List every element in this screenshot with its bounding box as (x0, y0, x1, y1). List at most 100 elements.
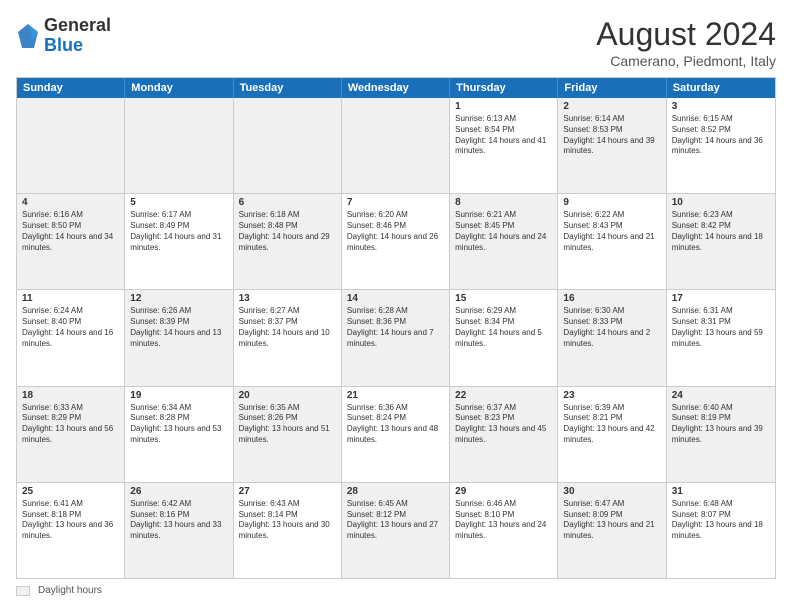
day-number: 3 (672, 101, 770, 112)
cell-info: Sunrise: 6:35 AM Sunset: 8:26 PM Dayligh… (239, 403, 336, 446)
cell-info: Sunrise: 6:27 AM Sunset: 8:37 PM Dayligh… (239, 306, 336, 349)
cell-info: Sunrise: 6:26 AM Sunset: 8:39 PM Dayligh… (130, 306, 227, 349)
cell-info: Sunrise: 6:18 AM Sunset: 8:48 PM Dayligh… (239, 210, 336, 253)
calendar-cell-empty-0-2 (234, 98, 342, 193)
calendar-cell-7: 7Sunrise: 6:20 AM Sunset: 8:46 PM Daylig… (342, 194, 450, 289)
day-number: 12 (130, 293, 227, 304)
cell-info: Sunrise: 6:24 AM Sunset: 8:40 PM Dayligh… (22, 306, 119, 349)
calendar-row-0: 1 Sunrise: 6:13 AM Sunset: 8:54 PM Daylig… (17, 98, 775, 194)
calendar-cell-25: 25Sunrise: 6:41 AM Sunset: 8:18 PM Dayli… (17, 483, 125, 578)
calendar-row-1: 4Sunrise: 6:16 AM Sunset: 8:50 PM Daylig… (17, 194, 775, 290)
page: General Blue August 2024 Camerano, Piedm… (0, 0, 792, 612)
cell-info: Sunrise: 6:21 AM Sunset: 8:45 PM Dayligh… (455, 210, 552, 253)
cell-info: Sunrise: 6:17 AM Sunset: 8:49 PM Dayligh… (130, 210, 227, 253)
calendar-cell-26: 26 Sunrise: 6:42 AM Sunset: 8:16 PM Dayli… (125, 483, 233, 578)
calendar-cell-empty-0-1 (125, 98, 233, 193)
calendar-cell-1: 1 Sunrise: 6:13 AM Sunset: 8:54 PM Daylig… (450, 98, 558, 193)
calendar-cell-6: 6 Sunrise: 6:18 AM Sunset: 8:48 PM Daylig… (234, 194, 342, 289)
cell-info: Sunrise: 6:46 AM Sunset: 8:10 PM Dayligh… (455, 499, 552, 542)
cell-info: Sunrise: 6:22 AM Sunset: 8:43 PM Dayligh… (563, 210, 660, 253)
footer: Daylight hours (16, 585, 776, 596)
day-number: 11 (22, 293, 119, 304)
day-number: 8 (455, 197, 552, 208)
day-number: 27 (239, 486, 336, 497)
logo: General Blue (16, 16, 111, 56)
day-number: 18 (22, 390, 119, 401)
legend-box (16, 586, 30, 596)
day-number: 19 (130, 390, 227, 401)
calendar-cell-9: 9 Sunrise: 6:22 AM Sunset: 8:43 PM Daylig… (558, 194, 666, 289)
calendar-cell-3: 3Sunrise: 6:15 AM Sunset: 8:52 PM Daylig… (667, 98, 775, 193)
calendar-cell-30: 30 Sunrise: 6:47 AM Sunset: 8:09 PM Dayli… (558, 483, 666, 578)
calendar-cell-empty-0-3 (342, 98, 450, 193)
header: General Blue August 2024 Camerano, Piedm… (16, 16, 776, 69)
calendar-cell-19: 19 Sunrise: 6:34 AM Sunset: 8:28 PM Dayli… (125, 387, 233, 482)
calendar-cell-5: 5Sunrise: 6:17 AM Sunset: 8:49 PM Daylig… (125, 194, 233, 289)
cell-info: Sunrise: 6:39 AM Sunset: 8:21 PM Dayligh… (563, 403, 660, 446)
cell-info: Sunrise: 6:20 AM Sunset: 8:46 PM Dayligh… (347, 210, 444, 253)
calendar-cell-27: 27 Sunrise: 6:43 AM Sunset: 8:14 PM Dayli… (234, 483, 342, 578)
day-number: 14 (347, 293, 444, 304)
cell-info: Sunrise: 6:31 AM Sunset: 8:31 PM Dayligh… (672, 306, 770, 349)
calendar-cell-4: 4Sunrise: 6:16 AM Sunset: 8:50 PM Daylig… (17, 194, 125, 289)
header-day-thursday: Thursday (450, 78, 558, 98)
cell-info: Sunrise: 6:40 AM Sunset: 8:19 PM Dayligh… (672, 403, 770, 446)
cell-info: Sunrise: 6:28 AM Sunset: 8:36 PM Dayligh… (347, 306, 444, 349)
day-number: 13 (239, 293, 336, 304)
day-number: 17 (672, 293, 770, 304)
day-number: 1 (455, 101, 552, 112)
day-number: 9 (563, 197, 660, 208)
cell-info: Sunrise: 6:42 AM Sunset: 8:16 PM Dayligh… (130, 499, 227, 542)
calendar-cell-10: 10 Sunrise: 6:23 AM Sunset: 8:42 PM Dayli… (667, 194, 775, 289)
cell-info: Sunrise: 6:43 AM Sunset: 8:14 PM Dayligh… (239, 499, 336, 542)
header-day-monday: Monday (125, 78, 233, 98)
day-number: 16 (563, 293, 660, 304)
calendar-cell-24: 24Sunrise: 6:40 AM Sunset: 8:19 PM Dayli… (667, 387, 775, 482)
cell-info: Sunrise: 6:30 AM Sunset: 8:33 PM Dayligh… (563, 306, 660, 349)
day-number: 4 (22, 197, 119, 208)
cell-info: Sunrise: 6:34 AM Sunset: 8:28 PM Dayligh… (130, 403, 227, 446)
calendar-cell-28: 28Sunrise: 6:45 AM Sunset: 8:12 PM Dayli… (342, 483, 450, 578)
day-number: 22 (455, 390, 552, 401)
day-number: 10 (672, 197, 770, 208)
header-day-saturday: Saturday (667, 78, 775, 98)
day-number: 2 (563, 101, 660, 112)
title-block: August 2024 Camerano, Piedmont, Italy (596, 16, 776, 69)
calendar-row-3: 18Sunrise: 6:33 AM Sunset: 8:29 PM Dayli… (17, 387, 775, 483)
calendar-cell-empty-0-0 (17, 98, 125, 193)
legend-label: Daylight hours (38, 585, 102, 596)
cell-info: Sunrise: 6:23 AM Sunset: 8:42 PM Dayligh… (672, 210, 770, 253)
header-day-tuesday: Tuesday (234, 78, 342, 98)
day-number: 6 (239, 197, 336, 208)
calendar-cell-2: 2Sunrise: 6:14 AM Sunset: 8:53 PM Daylig… (558, 98, 666, 193)
calendar-body: 1 Sunrise: 6:13 AM Sunset: 8:54 PM Daylig… (17, 98, 775, 578)
calendar-row-4: 25Sunrise: 6:41 AM Sunset: 8:18 PM Dayli… (17, 483, 775, 578)
cell-info: Sunrise: 6:45 AM Sunset: 8:12 PM Dayligh… (347, 499, 444, 542)
calendar-cell-18: 18Sunrise: 6:33 AM Sunset: 8:29 PM Dayli… (17, 387, 125, 482)
cell-info: Sunrise: 6:41 AM Sunset: 8:18 PM Dayligh… (22, 499, 119, 542)
calendar-cell-12: 12 Sunrise: 6:26 AM Sunset: 8:39 PM Dayli… (125, 290, 233, 385)
calendar-cell-13: 13 Sunrise: 6:27 AM Sunset: 8:37 PM Dayli… (234, 290, 342, 385)
cell-info: Sunrise: 6:47 AM Sunset: 8:09 PM Dayligh… (563, 499, 660, 542)
calendar-cell-15: 15Sunrise: 6:29 AM Sunset: 8:34 PM Dayli… (450, 290, 558, 385)
calendar-cell-31: 31Sunrise: 6:48 AM Sunset: 8:07 PM Dayli… (667, 483, 775, 578)
logo-general-text: General (44, 15, 111, 35)
header-day-sunday: Sunday (17, 78, 125, 98)
day-number: 29 (455, 486, 552, 497)
calendar-cell-21: 21 Sunrise: 6:36 AM Sunset: 8:24 PM Dayli… (342, 387, 450, 482)
calendar-cell-22: 22Sunrise: 6:37 AM Sunset: 8:23 PM Dayli… (450, 387, 558, 482)
calendar-header: SundayMondayTuesdayWednesdayThursdayFrid… (17, 78, 775, 98)
month-year: August 2024 (596, 16, 776, 53)
logo-icon (16, 22, 40, 50)
cell-info: Sunrise: 6:36 AM Sunset: 8:24 PM Dayligh… (347, 403, 444, 446)
cell-info: Sunrise: 6:29 AM Sunset: 8:34 PM Dayligh… (455, 306, 552, 349)
day-number: 26 (130, 486, 227, 497)
calendar-cell-20: 20Sunrise: 6:35 AM Sunset: 8:26 PM Dayli… (234, 387, 342, 482)
cell-info: Sunrise: 6:13 AM Sunset: 8:54 PM Dayligh… (455, 114, 552, 157)
day-number: 30 (563, 486, 660, 497)
calendar-cell-29: 29 Sunrise: 6:46 AM Sunset: 8:10 PM Dayli… (450, 483, 558, 578)
calendar-cell-8: 8 Sunrise: 6:21 AM Sunset: 8:45 PM Daylig… (450, 194, 558, 289)
day-number: 21 (347, 390, 444, 401)
calendar: SundayMondayTuesdayWednesdayThursdayFrid… (16, 77, 776, 579)
logo-blue-text: Blue (44, 35, 83, 55)
